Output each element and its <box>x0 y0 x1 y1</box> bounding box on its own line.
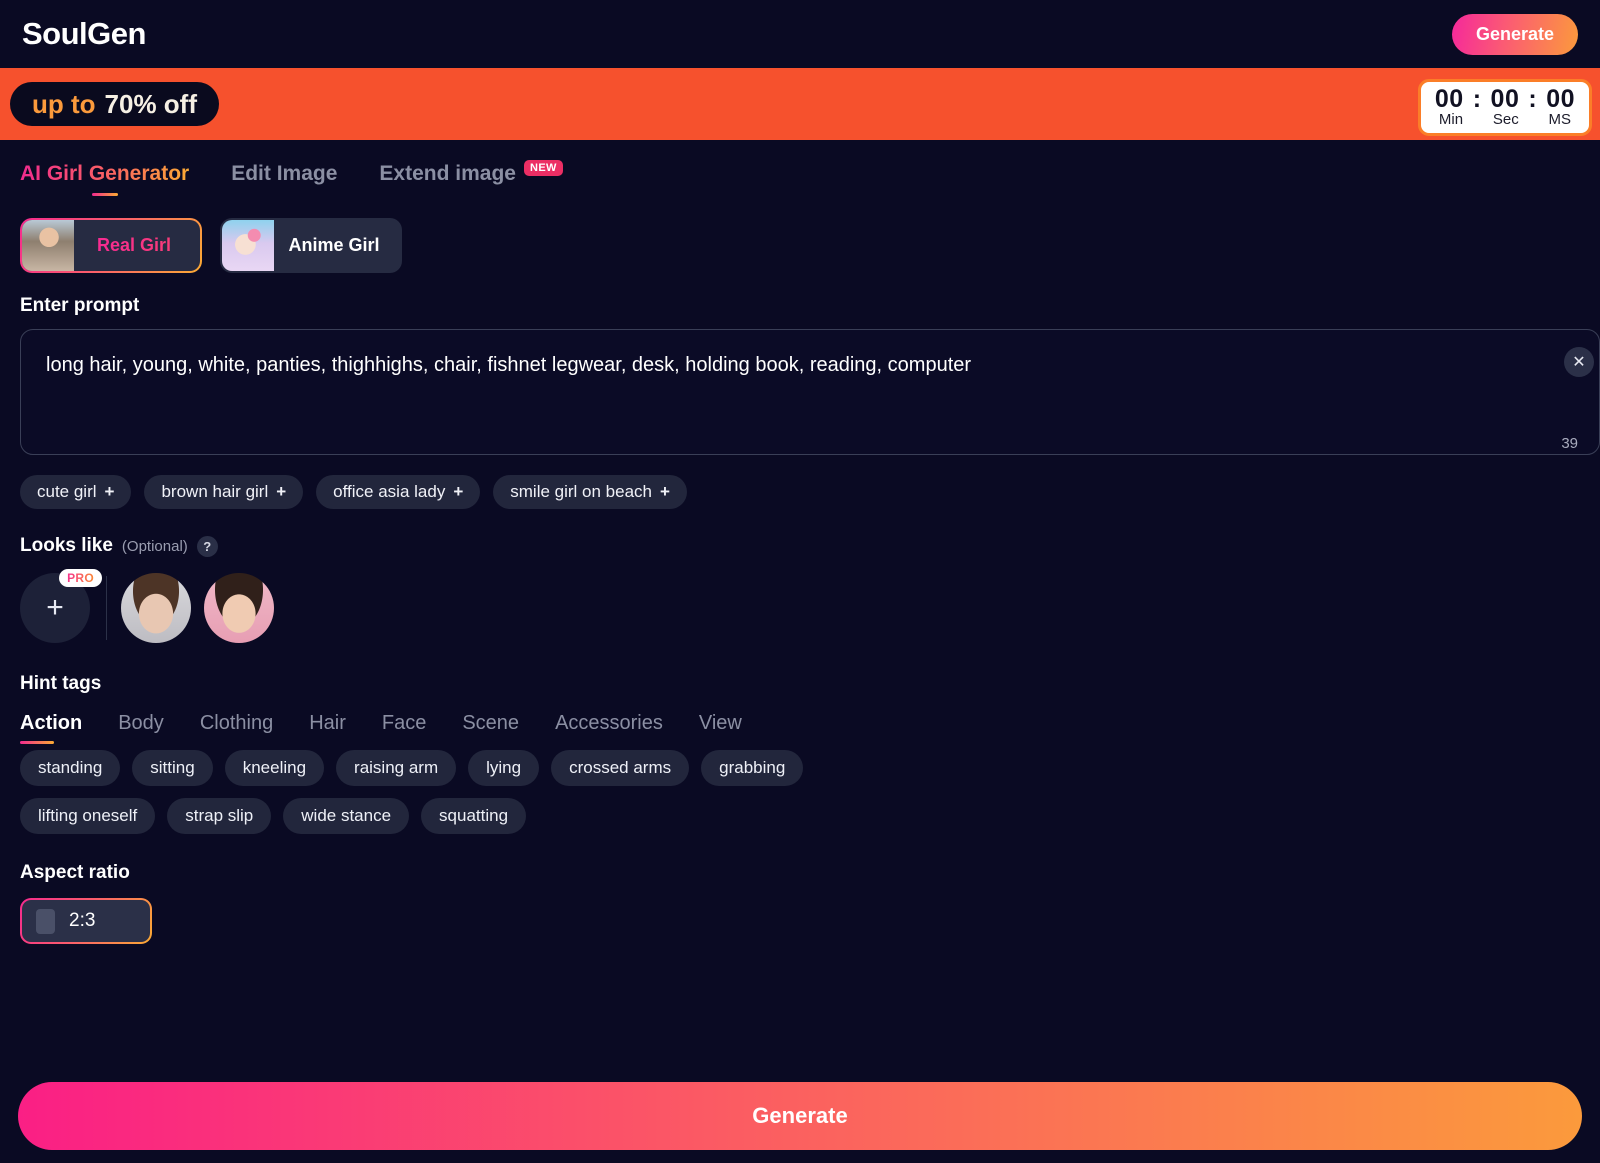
aspect-ratio-label-text: Aspect ratio <box>20 862 130 883</box>
category-accessories[interactable]: Accessories <box>555 712 663 744</box>
avatar[interactable] <box>204 573 274 643</box>
category-hair[interactable]: Hair <box>309 712 346 744</box>
aspect-ratio-options: 2:3 <box>20 898 1580 944</box>
hint-tags-label: Hint tags <box>20 673 1580 695</box>
help-icon[interactable]: ? <box>196 535 218 557</box>
tab-extend-image-label: Extend image <box>379 162 516 185</box>
suggestion-chip-label: brown hair girl <box>161 482 269 501</box>
close-icon[interactable]: ✕ <box>1564 347 1594 377</box>
prompt-char-count: 39 <box>1561 435 1578 452</box>
hint-tags-label-text: Hint tags <box>20 673 102 694</box>
aspect-ratio-2-3[interactable]: 2:3 <box>20 898 152 944</box>
avatar-divider <box>106 576 107 640</box>
add-face-button[interactable]: + PRO <box>20 569 102 643</box>
category-clothing[interactable]: Clothing <box>200 712 273 744</box>
tab-edit-image-label: Edit Image <box>231 162 338 185</box>
hint-tag[interactable]: standing <box>20 750 121 786</box>
hint-tag[interactable]: lifting oneself <box>20 798 156 834</box>
timer-ms-value: 00 <box>1546 85 1575 113</box>
plus-icon: + <box>104 482 115 501</box>
hint-tag[interactable]: sitting <box>132 750 213 786</box>
hint-tag[interactable]: raising arm <box>336 750 457 786</box>
category-action[interactable]: Action <box>20 712 82 744</box>
pro-badge: PRO <box>59 569 102 587</box>
looks-like-optional-text: (Optional) <box>121 537 188 555</box>
mode-tabs: AI Girl Generator Edit Image Extend imag… <box>20 160 1580 208</box>
real-girl-thumbnail-icon <box>22 220 74 271</box>
generate-button[interactable]: Generate <box>18 1081 1582 1150</box>
promo-discount-badge: up to 70% off <box>10 82 219 126</box>
bottom-action-bar: Generate <box>0 1068 1600 1163</box>
suggestion-chip[interactable]: office asia lady + <box>316 475 481 509</box>
tab-extend-image[interactable]: Extend image NEW <box>379 160 563 196</box>
timer-minutes-value: 00 <box>1434 85 1464 113</box>
mode-real-girl-label: Real Girl <box>74 235 200 256</box>
suggestion-chip-label: office asia lady <box>333 482 446 501</box>
timer-seconds-label: Sec <box>1492 111 1519 129</box>
hint-tag[interactable]: squatting <box>421 798 527 834</box>
looks-like-label-text: Looks like <box>20 535 113 556</box>
countdown-digits: 00 : 00 : 00 <box>1434 85 1575 113</box>
hint-tag[interactable]: wide stance <box>283 798 410 834</box>
plus-icon: + <box>660 482 670 501</box>
app-header: SoulGen Generate <box>0 0 1600 68</box>
category-body[interactable]: Body <box>118 712 164 744</box>
timer-separator-1: : <box>1472 85 1482 113</box>
promo-percent-text: 70% off <box>104 88 197 119</box>
hint-tag[interactable]: kneeling <box>224 750 325 786</box>
enter-prompt-label: Enter prompt <box>20 295 1580 317</box>
hint-tag-categories: Action Body Clothing Hair Face Scene Acc… <box>20 712 1580 744</box>
suggestion-chip-label: smile girl on beach <box>510 482 653 501</box>
enter-prompt-label-text: Enter prompt <box>20 295 140 316</box>
plus-icon: + <box>46 591 64 624</box>
looks-like-label: Looks like (Optional) ? <box>20 535 1580 557</box>
anime-girl-thumbnail-icon <box>222 220 274 271</box>
timer-seconds-value: 00 <box>1490 85 1520 113</box>
hint-tag[interactable]: lying <box>468 750 540 786</box>
app-logo: SoulGen <box>22 16 146 51</box>
looks-like-avatars: + PRO <box>20 569 1580 643</box>
new-badge: NEW <box>523 160 563 176</box>
countdown-timer: 00 : 00 : 00 Min Sec MS <box>1417 79 1592 137</box>
category-view[interactable]: View <box>699 712 742 744</box>
prompt-suggestions: cute girl + brown hair girl + office asi… <box>20 475 1580 509</box>
timer-ms-label: MS <box>1548 111 1572 129</box>
main-panel: AI Girl Generator Edit Image Extend imag… <box>0 140 1600 1163</box>
promo-banner[interactable]: up to 70% off 00 : 00 : 00 Min Sec MS <box>0 68 1600 140</box>
tab-edit-image[interactable]: Edit Image <box>231 162 337 196</box>
hint-tag[interactable]: crossed arms <box>551 750 690 786</box>
promo-upto-text: up to <box>32 88 96 119</box>
countdown-labels: Min Sec MS <box>1435 111 1575 128</box>
mode-anime-girl[interactable]: Anime Girl <box>220 218 402 273</box>
category-face[interactable]: Face <box>382 712 426 744</box>
mode-real-girl[interactable]: Real Girl <box>20 218 202 273</box>
aspect-ratio-2-3-label: 2:3 <box>69 910 96 931</box>
hint-tag[interactable]: strap slip <box>167 798 272 834</box>
suggestion-chip[interactable]: cute girl + <box>20 475 132 509</box>
header-generate-button[interactable]: Generate <box>1451 13 1578 55</box>
mode-anime-girl-label: Anime Girl <box>288 235 380 255</box>
suggestion-chip[interactable]: smile girl on beach + <box>493 475 687 509</box>
rectangle-icon <box>36 908 55 934</box>
timer-separator-2: : <box>1528 85 1538 113</box>
avatar[interactable] <box>121 573 191 643</box>
hint-tag[interactable]: grabbing <box>701 750 804 786</box>
girl-type-switch: Real Girl Anime Girl <box>20 218 1580 273</box>
plus-icon: + <box>276 482 287 501</box>
tab-ai-girl-generator[interactable]: AI Girl Generator <box>20 162 189 196</box>
suggestion-chip-label: cute girl <box>37 482 97 501</box>
tab-ai-girl-generator-label: AI Girl Generator <box>20 162 190 185</box>
suggestion-chip[interactable]: brown hair girl + <box>144 475 304 509</box>
prompt-area: ✕ 39 <box>20 329 1600 460</box>
aspect-ratio-label: Aspect ratio <box>20 862 1580 884</box>
hint-tag-list: standing sitting kneeling raising arm ly… <box>20 750 810 834</box>
timer-minutes-label: Min <box>1438 111 1464 129</box>
plus-icon: + <box>453 482 464 501</box>
prompt-input[interactable] <box>20 329 1600 455</box>
category-scene[interactable]: Scene <box>462 712 519 744</box>
